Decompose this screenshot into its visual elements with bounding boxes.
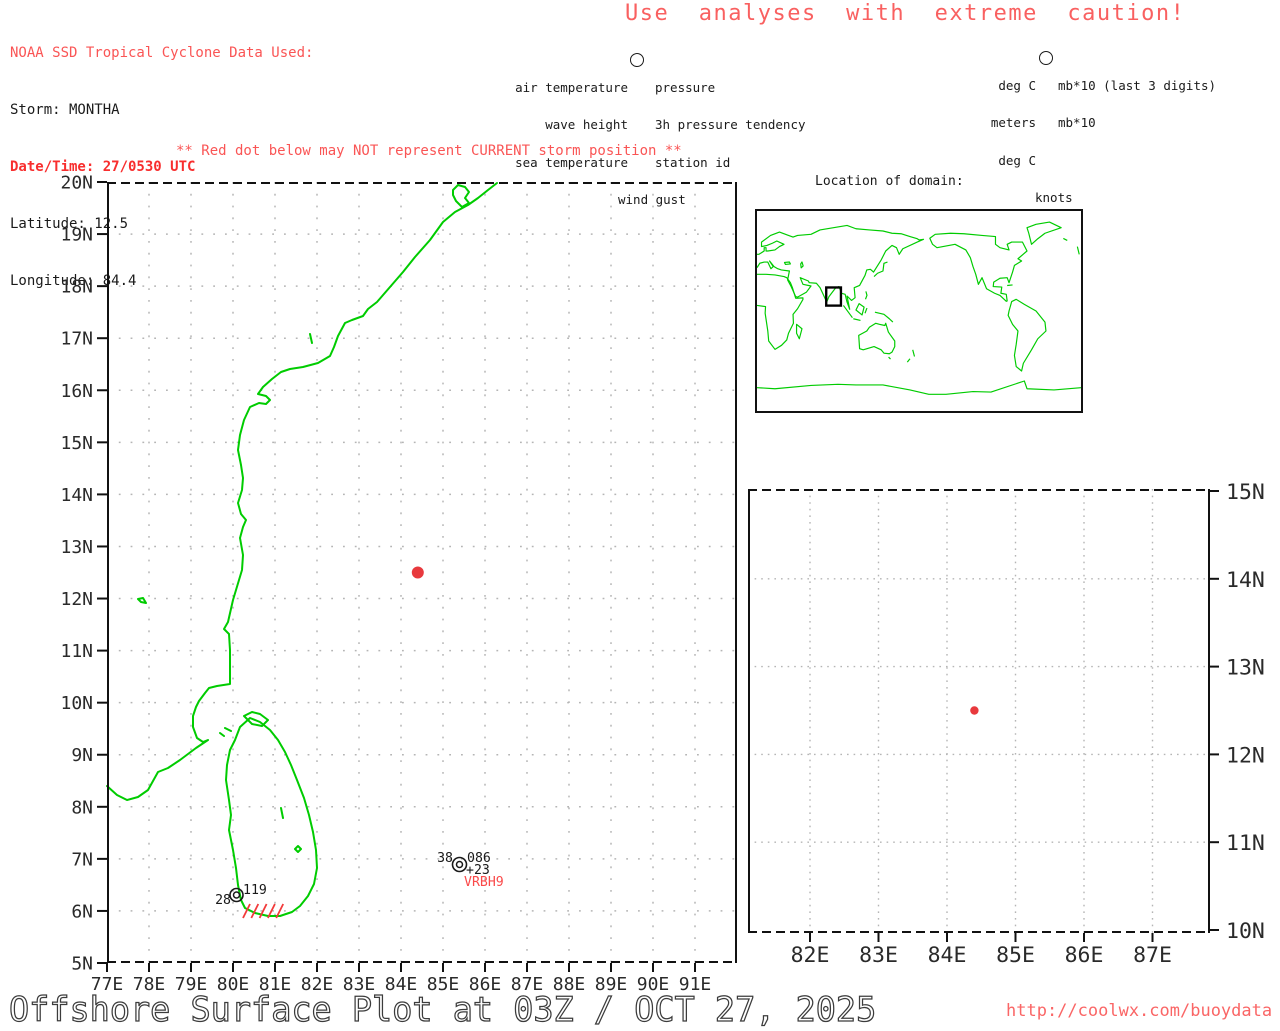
storm-info-datetime: Date/Time: 27/0530 UTC (10, 158, 313, 177)
station-air-temp: 28 (215, 893, 231, 908)
svg-text:12N: 12N (60, 589, 93, 610)
sub-axes: 15N 14N 13N 12N 11N 10N 82E 83E 84E 85E 86E 87E (791, 480, 1265, 968)
storm-position-dot (970, 706, 978, 714)
svg-text:6N: 6N (71, 901, 93, 922)
svg-text:13N: 13N (1226, 656, 1265, 681)
svg-text:20N: 20N (60, 173, 93, 194)
caution-headline: Use analyses with extreme caution! (625, 1, 1185, 26)
legend-pressure: pressure (655, 82, 715, 95)
storm-position-dot (412, 567, 424, 579)
coastline-india-srilanka (107, 183, 497, 916)
coast-seasia-islands (843, 291, 892, 322)
svg-text:11N: 11N (1226, 831, 1265, 856)
coastline-india-east-coast (107, 183, 497, 800)
coast-madagascar (797, 324, 802, 338)
station-circle-icon (1039, 51, 1053, 65)
svg-text:15N: 15N (60, 433, 93, 454)
coastline-jaffna (244, 712, 268, 726)
storm-info-name: Storm: MONTHA (10, 101, 313, 120)
source-url-link[interactable]: http://coolwx.com/buoydata (1006, 1001, 1272, 1021)
svg-text:16N: 16N (60, 381, 93, 402)
unit-wind-gust: knots (1035, 192, 1073, 205)
legend-wave-height: wave height (515, 119, 628, 132)
station-air-temp: 38 (437, 851, 453, 866)
buoy-plot-page: { "header": { "line1": "NOAA SSD Tropica… (0, 0, 1280, 1024)
svg-text:5N: 5N (71, 954, 93, 975)
svg-text:12N: 12N (1226, 743, 1265, 768)
sub-gridlines (748, 489, 1210, 933)
svg-text:84E: 84E (928, 943, 967, 968)
world-map-inset (755, 209, 1083, 413)
svg-text:7N: 7N (71, 849, 93, 870)
svg-text:86E: 86E (1065, 943, 1104, 968)
station-id: VRBH9 (464, 875, 504, 890)
coast-australia (859, 323, 915, 362)
coast-inland-seas (784, 262, 803, 268)
unit-sea-temp: deg C (975, 155, 1036, 168)
world-coastlines (757, 222, 1081, 394)
coastline-sri-lanka (226, 718, 317, 916)
station-legend-units: deg C mb*10 (last 3 digits) meters mb*10 d… (975, 42, 1275, 217)
main-map-plot: 38 086 +23 VRBH9 28 119 20N19N18N17N16N1… (107, 182, 737, 963)
station-pressure: 119 (243, 883, 267, 898)
station-circle-icon (457, 862, 463, 868)
coast-antarctica (757, 381, 1081, 394)
svg-text:18N: 18N (60, 277, 93, 298)
svg-text:14N: 14N (60, 485, 93, 506)
legend-air-temp: air temperature (515, 82, 628, 95)
sub-plot-border (748, 489, 1210, 933)
svg-text:15N: 15N (1226, 480, 1265, 505)
plot-title-text: Offshore Surface Plot at 03Z / OCT 27, 2… (9, 990, 876, 1029)
station-circle-icon (453, 858, 467, 872)
svg-text:13N: 13N (60, 537, 93, 558)
svg-text:10N: 10N (60, 693, 93, 714)
unit-air-temp: deg C (975, 80, 1036, 93)
inset-title: Location of domain: (815, 174, 964, 189)
svg-text:87E: 87E (1133, 943, 1172, 968)
unit-wave-height: meters (975, 117, 1036, 130)
station-plot-vrbh9: 38 086 +23 VRBH9 (437, 851, 504, 890)
plot-title: Offshore Surface Plot at 03Z / OCT 27, 2… (7, 989, 967, 1031)
svg-text:14N: 14N (1226, 568, 1265, 593)
red-dot-warning: ** Red dot below may NOT represent CURRE… (176, 143, 682, 159)
svg-text:8N: 8N (71, 797, 93, 818)
coast-japan (874, 262, 887, 277)
legend-tendency: 3h pressure tendency (655, 119, 806, 132)
station-circle-icon (234, 892, 240, 898)
svg-text:85E: 85E (996, 943, 1035, 968)
storm-zoom-plot: 15N14N13N12N11N10N82E83E84E85E86E87E (748, 489, 1210, 933)
station-circle-icon (630, 53, 644, 67)
storm-info-source: NOAA SSD Tropical Cyclone Data Used: (10, 44, 313, 63)
svg-text:11N: 11N (60, 641, 93, 662)
coastline-chilika-lake (453, 185, 469, 207)
svg-text:83E: 83E (859, 943, 898, 968)
unit-tendency: mb*10 (1058, 117, 1096, 130)
svg-text:10N: 10N (1226, 919, 1265, 944)
station-circle-icon (230, 889, 243, 902)
svg-text:9N: 9N (71, 745, 93, 766)
svg-text:19N: 19N (60, 225, 93, 246)
svg-text:82E: 82E (791, 943, 830, 968)
coast-north-america (930, 233, 1027, 301)
coast-greenland (1027, 222, 1079, 254)
svg-text:17N: 17N (60, 329, 93, 350)
coast-south-america (1007, 285, 1046, 371)
coastline-small-islands (138, 334, 312, 852)
main-axes: 20N 19N 18N 17N 16N 15N 14N 13N 12N 11N 10N 9N 8N 7N 6… (60, 173, 711, 996)
coast-africa (757, 274, 803, 349)
unit-pressure: mb*10 (last 3 digits) (1058, 80, 1216, 93)
